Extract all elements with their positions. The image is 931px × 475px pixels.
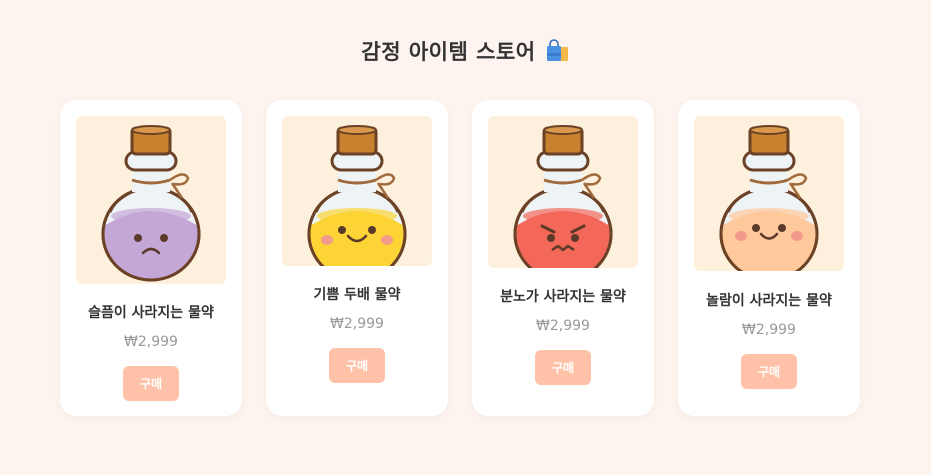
product-card-calm: 놀람이 사라지는 물약 ₩2,999 구매 <box>678 100 860 416</box>
product-name: 슬픔이 사라지는 물약 <box>88 305 214 321</box>
store-page: 감정 아이템 스토어 슬픔이 사라지는 물약 ₩2,999 구매 기쁨 두배 물… <box>0 0 931 475</box>
product-price: ₩2,999 <box>330 316 384 332</box>
potion-angry-image <box>513 125 613 268</box>
buy-button[interactable]: 구매 <box>741 354 797 389</box>
potion-sad-image <box>101 125 201 282</box>
potion-happy-image <box>307 125 407 266</box>
product-price: ₩2,999 <box>536 318 590 334</box>
product-card-angry: 분노가 사라지는 물약 ₩2,999 구매 <box>472 100 654 416</box>
potion-calm-image <box>719 125 819 271</box>
product-name: 기쁨 두배 물약 <box>313 287 401 303</box>
product-name: 놀람이 사라지는 물약 <box>706 293 832 309</box>
shopping-bag-icon <box>544 38 570 64</box>
buy-button[interactable]: 구매 <box>329 348 385 383</box>
product-price: ₩2,999 <box>742 322 796 338</box>
product-name: 분노가 사라지는 물약 <box>500 289 626 305</box>
product-card-happy: 기쁨 두배 물약 ₩2,999 구매 <box>266 100 448 416</box>
page-title: 감정 아이템 스토어 <box>361 40 536 64</box>
product-price: ₩2,999 <box>124 334 178 350</box>
header: 감정 아이템 스토어 <box>0 36 931 66</box>
buy-button[interactable]: 구매 <box>535 350 591 385</box>
product-image <box>282 116 432 266</box>
product-image <box>76 116 226 284</box>
product-image <box>694 116 844 271</box>
buy-button[interactable]: 구매 <box>123 366 179 401</box>
product-card-sad: 슬픔이 사라지는 물약 ₩2,999 구매 <box>60 100 242 416</box>
product-image <box>488 116 638 268</box>
